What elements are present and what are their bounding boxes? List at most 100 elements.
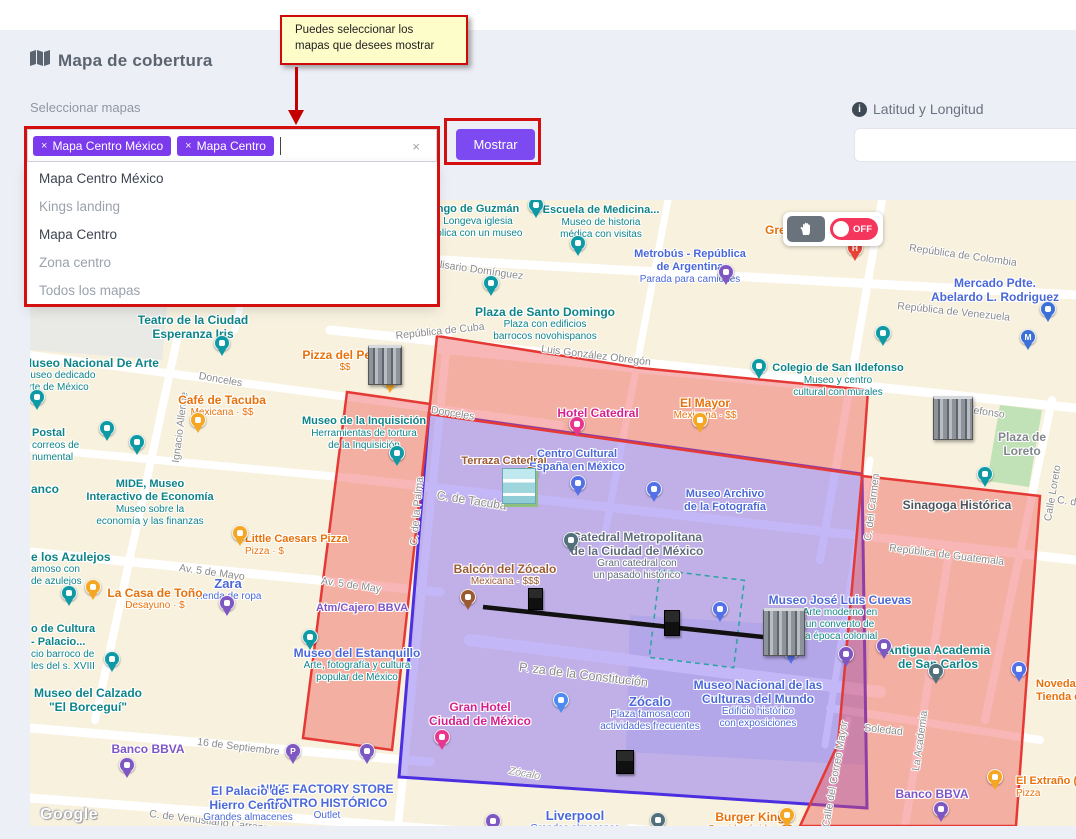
map-pin[interactable]: M <box>1020 329 1036 345</box>
map-pin[interactable] <box>933 801 949 817</box>
map-pin[interactable] <box>119 757 135 773</box>
map-pin[interactable] <box>646 481 662 497</box>
map-pin[interactable] <box>61 585 77 601</box>
map-poi-label[interactable]: Catedral Metropolitanade la Ciudad de Mé… <box>571 530 704 582</box>
pan-hand-button[interactable] <box>787 216 825 242</box>
map-pin[interactable] <box>302 629 318 645</box>
map-poi-label[interactable]: Centro CulturalEspaña en México <box>529 448 624 474</box>
map-poi-label[interactable]: Museo Archivode la Fotografía <box>684 488 766 514</box>
map-pin[interactable] <box>692 412 708 428</box>
map-pin[interactable] <box>569 416 585 432</box>
mostrar-button[interactable]: Mostrar <box>456 129 535 160</box>
map-pin[interactable] <box>104 651 120 667</box>
blackbox-sprite[interactable] <box>616 750 634 774</box>
map-poi-label[interactable]: Plaza deLoreto <box>998 430 1046 458</box>
map-pin[interactable] <box>712 601 728 617</box>
map-poi-label[interactable]: Museo del EstanquilloArte, fotografía y … <box>294 646 421 684</box>
server-sprite[interactable] <box>368 345 402 385</box>
map-poi-label[interactable]: ngo de GuzmánLongeva iglesiatólica con u… <box>434 203 523 240</box>
dropdown-option[interactable]: Todos los mapas <box>27 277 437 305</box>
map-poi-label[interactable]: Plaza de Santo DomingoPlaza con edificio… <box>475 305 615 343</box>
map-pin[interactable] <box>570 475 586 491</box>
map-pin[interactable] <box>483 275 499 291</box>
map-poi-label[interactable]: Museo de la InquisiciónHerramientas de t… <box>302 415 426 452</box>
selected-tags: ×Mapa Centro México ×Mapa Centro <box>33 136 280 156</box>
map-pin[interactable]: P <box>285 743 301 759</box>
map-poi-label[interactable]: Museo del Calzado"El Borceguí" <box>34 686 142 714</box>
tooltip-line1: Puedes seleccionar los <box>295 23 466 39</box>
map-pin[interactable] <box>876 638 892 654</box>
maps-multiselect[interactable]: ×Mapa Centro México ×Mapa Centro × <box>27 129 437 162</box>
toggle-knob <box>833 221 849 237</box>
map-poi-label[interactable]: MIDE, MuseoInteractivo de EconomíaMuseo … <box>86 478 213 528</box>
map-poi-label[interactable]: La Casa de ToñoDesayuno · $ <box>107 586 202 612</box>
map-pin[interactable] <box>389 445 405 461</box>
map-pin[interactable] <box>460 589 476 605</box>
google-logo[interactable]: Google <box>40 806 98 824</box>
map-pin[interactable] <box>219 595 235 611</box>
map-poi-label[interactable]: Teatro de la CiudadEsperanza Iris <box>138 313 248 341</box>
dropdown-option[interactable]: Mapa Centro México <box>27 165 437 193</box>
tag-remove-icon[interactable]: × <box>185 140 191 152</box>
map-poi-label[interactable]: Novedades PTienda de muñe <box>1036 678 1076 704</box>
maps-dropdown[interactable]: Mapa Centro MéxicoKings landingMapa Cent… <box>27 162 437 304</box>
map-poi-label[interactable]: Postalcorreos denumental <box>32 427 79 464</box>
map-poi-label[interactable]: Banco BBVA <box>111 742 184 756</box>
map-pin[interactable] <box>875 325 891 341</box>
map-pin[interactable] <box>553 692 569 708</box>
map-poi-label[interactable]: Colegio de San IldefonsoMuseo y centrocu… <box>772 362 903 399</box>
map-poi-label[interactable]: Little Caesars PizzaPizza · $ <box>245 533 348 558</box>
map-poi-label[interactable]: Atm/Cajero BBVA <box>316 602 408 615</box>
map-pin[interactable] <box>1011 661 1027 677</box>
map-pin[interactable] <box>838 646 854 662</box>
map-pin[interactable] <box>563 532 579 548</box>
map-poi-label[interactable]: Gran HotelCiudad de México <box>429 700 531 728</box>
map-poi-label[interactable]: anco <box>31 482 59 496</box>
map-pin[interactable] <box>779 807 795 823</box>
map-pin[interactable] <box>85 579 101 595</box>
map-poi-label[interactable]: Hotel Catedral <box>557 406 638 420</box>
map-pin[interactable] <box>928 663 944 679</box>
map-pin[interactable] <box>570 235 586 251</box>
map-poi-label[interactable]: Museo Nacional De ArteMuseo dedicadoArte… <box>30 356 159 394</box>
map-poi-label[interactable]: El Palacio deHierro CentroGrandes almace… <box>203 784 293 824</box>
coverage-toggle[interactable]: OFF <box>830 218 878 240</box>
map-pin[interactable] <box>1040 301 1056 317</box>
blackbox-sprite[interactable] <box>528 588 543 610</box>
map-pin[interactable] <box>718 264 734 280</box>
map-pin[interactable] <box>434 729 450 745</box>
map-poi-label[interactable]: El Extraño (Pizza <box>1016 775 1076 800</box>
map-pin[interactable] <box>99 420 115 436</box>
selected-tag[interactable]: ×Mapa Centro <box>177 136 274 156</box>
blackbox-sprite[interactable] <box>664 610 680 636</box>
dropdown-option[interactable]: Kings landing <box>27 193 437 221</box>
map-poi-label[interactable]: Sinagoga Histórica <box>903 498 1012 512</box>
map-pin[interactable] <box>190 412 206 428</box>
map-pin[interactable] <box>650 812 666 826</box>
map-poi-label[interactable]: Mercado Pdte.Abelardo L. Rodriguez <box>931 276 1059 304</box>
map-pin[interactable] <box>129 434 145 450</box>
map-pin[interactable] <box>232 525 248 541</box>
map-pin[interactable] <box>977 466 993 482</box>
server-sprite[interactable] <box>933 396 973 440</box>
map-poi-label[interactable]: o de Cultura- Palacio...cio barroco dele… <box>31 623 95 673</box>
map-pin[interactable] <box>214 335 230 351</box>
tag-remove-icon[interactable]: × <box>41 140 47 152</box>
map-pin[interactable] <box>485 813 501 826</box>
server-sprite[interactable] <box>763 608 805 656</box>
map-poi-label[interactable]: Balcón del ZócaloMexicana · $$$ <box>454 562 557 588</box>
map-poi-label[interactable]: LiverpoolGrandes almacenes <box>530 808 620 826</box>
clear-selection-icon[interactable]: × <box>412 139 420 154</box>
map-poi-label[interactable]: Museo Nacional de lasCulturas del MundoE… <box>694 678 823 730</box>
map-pin[interactable] <box>751 358 767 374</box>
dropdown-option[interactable]: Mapa Centro <box>27 221 437 249</box>
map-pin[interactable] <box>987 769 1003 785</box>
map-poi-label[interactable]: ZócaloPlaza famosa conactividades frecue… <box>600 694 700 733</box>
map-poi-label[interactable]: Escuela de Medicina...Museo de historiam… <box>543 204 660 241</box>
dropdown-option[interactable]: Zona centro <box>27 249 437 277</box>
map-pin[interactable] <box>359 743 375 759</box>
building-sprite[interactable] <box>502 468 536 504</box>
selected-tag[interactable]: ×Mapa Centro México <box>33 136 171 156</box>
map-poi-label[interactable]: Banco BBVA <box>895 787 968 801</box>
latlng-input[interactable] <box>854 128 1076 162</box>
